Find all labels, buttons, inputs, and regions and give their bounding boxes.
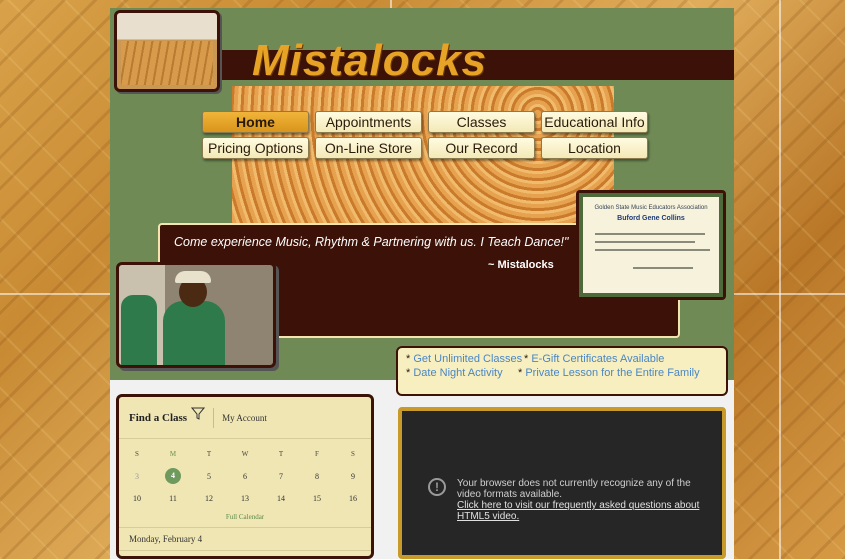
link-gift-certificates[interactable]: E-Gift Certificates Available <box>531 353 664 365</box>
nav-appointments-button[interactable]: Appointments <box>315 111 422 133</box>
calendar-day[interactable]: 10 <box>119 494 155 503</box>
nav-our-record-button[interactable]: Our Record <box>428 137 535 159</box>
hero-quote: Come experience Music, Rhythm & Partneri… <box>174 235 569 249</box>
certificate-image: Golden State Music Educators Association… <box>576 190 726 300</box>
link-unlimited-classes[interactable]: Get Unlimited Classes <box>413 353 522 365</box>
calendar-day[interactable]: 7 <box>263 472 299 481</box>
calendar-day[interactable]: 8 <box>299 472 335 481</box>
nav-home-button[interactable]: Home <box>202 111 309 133</box>
weekday-header: F <box>315 450 319 458</box>
floor-tile-seam <box>779 0 781 559</box>
main-navigation: Home Appointments Classes Educational Info … <box>202 111 652 163</box>
nav-on-line-store-button[interactable]: On-Line Store <box>315 137 422 159</box>
my-account-link[interactable]: My Account <box>222 413 267 423</box>
class-time-slot[interactable]: 12:00 PM – 01:00 PM <box>119 551 371 556</box>
weekday-header: W <box>241 450 249 458</box>
calendar-day[interactable]: 3 <box>119 472 155 481</box>
quote-author: ~ Mistalocks <box>488 259 554 271</box>
calendar-day[interactable]: 11 <box>155 494 191 503</box>
filter-icon[interactable] <box>191 407 206 421</box>
promo-links: * Get Unlimited Classes * E-Gift Certifi… <box>396 346 728 396</box>
dance-studio-photo <box>114 10 220 92</box>
weekday-header: S <box>135 450 139 458</box>
calendar-day[interactable]: 4 <box>155 468 191 484</box>
calendar-day[interactable]: 12 <box>191 494 227 503</box>
nav-educational-info-button[interactable]: Educational Info <box>541 111 648 133</box>
page-container: Mistalocks Home Appointments Classes Educat… <box>110 8 734 559</box>
calendar-day[interactable]: 6 <box>227 472 263 481</box>
calendar-day[interactable]: 15 <box>299 494 335 503</box>
instructor-photo <box>116 262 276 368</box>
class-calendar-widget: Find a Class My Account SMTWTFS 3456789 … <box>116 394 374 559</box>
calendar-day[interactable]: 16 <box>335 494 371 503</box>
video-error-message: Your browser does not currently recogniz… <box>457 478 691 500</box>
calendar-day[interactable]: 13 <box>227 494 263 503</box>
calendar-day[interactable]: 9 <box>335 472 371 481</box>
today-marker[interactable]: 4 <box>165 468 181 484</box>
nav-classes-button[interactable]: Classes <box>428 111 535 133</box>
certificate-name: Buford Gene Collins <box>617 215 685 222</box>
find-class-tab[interactable]: Find a Class <box>129 412 187 424</box>
link-private-lesson[interactable]: Private Lesson for the Entire Family <box>525 367 699 379</box>
video-player[interactable]: ! Your browser does not currently recogn… <box>398 407 726 559</box>
html5-faq-link[interactable]: Click here to visit our frequently asked… <box>457 500 707 522</box>
selected-date: Monday, February 4 <box>119 528 371 551</box>
weekday-header: M <box>169 450 177 458</box>
full-calendar-link[interactable]: Full Calendar <box>119 509 371 528</box>
info-icon: ! <box>428 478 446 496</box>
nav-location-button[interactable]: Location <box>541 137 648 159</box>
calendar-day[interactable]: 5 <box>191 472 227 481</box>
link-date-night[interactable]: Date Night Activity <box>413 367 502 379</box>
weekday-header: T <box>206 450 212 458</box>
certificate-title: Golden State Music Educators Association <box>594 205 708 211</box>
calendar-day[interactable]: 14 <box>263 494 299 503</box>
nav-pricing-options-button[interactable]: Pricing Options <box>202 137 309 159</box>
site-logo-text[interactable]: Mistalocks <box>252 36 487 86</box>
weekday-header: S <box>351 450 355 458</box>
header-banner: Mistalocks Home Appointments Classes Educat… <box>110 8 734 396</box>
weekday-header: T <box>278 450 284 458</box>
